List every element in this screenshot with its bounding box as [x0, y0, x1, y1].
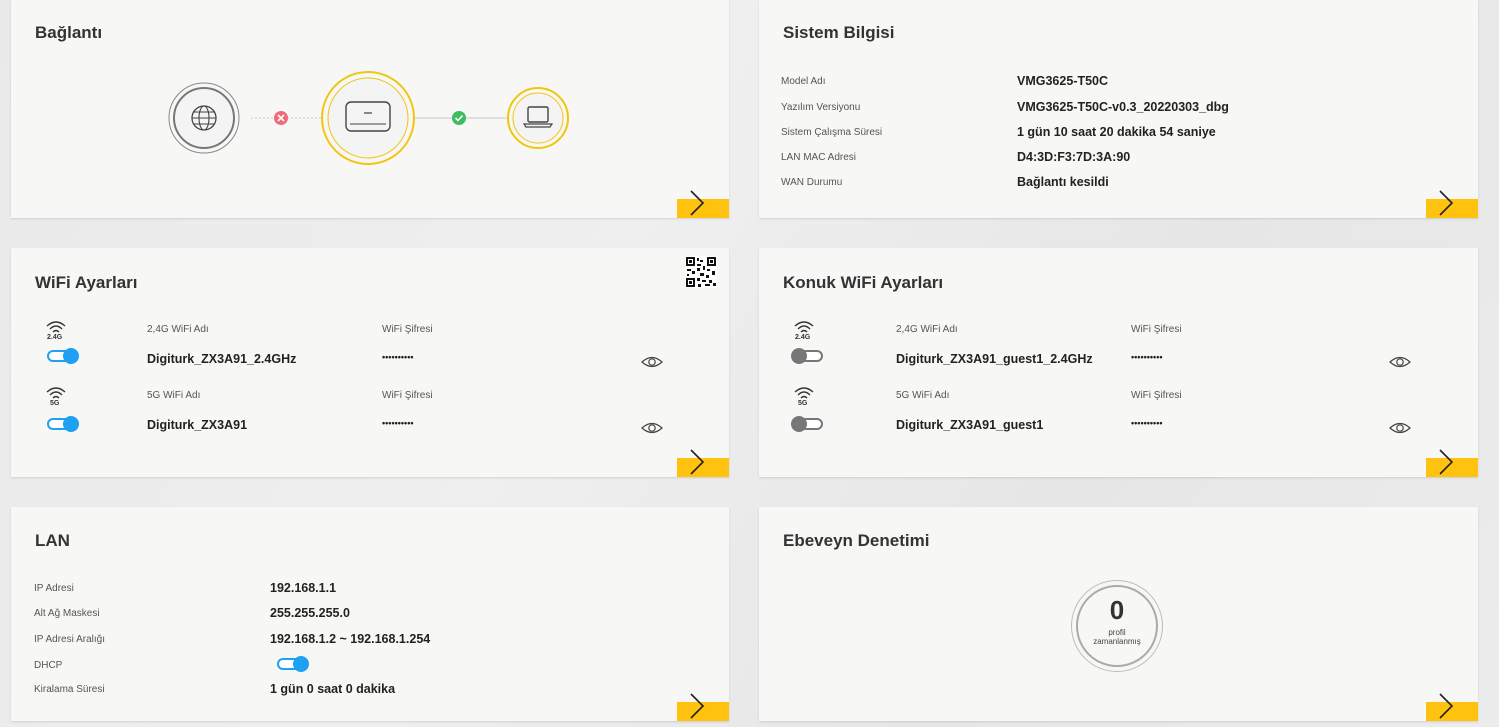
chevron-right-icon: [1439, 693, 1454, 719]
lan-title: LAN: [35, 531, 70, 550]
guest-5g-band-label: 5G: [798, 400, 808, 407]
wifi-more-button[interactable]: [677, 449, 729, 477]
wifi-title: WiFi Ayarları: [35, 273, 138, 292]
lease-time-value: 1 gün 0 saat 0 dakika: [270, 682, 396, 696]
qr-code-icon[interactable]: [685, 256, 717, 288]
wifi-2.4g-toggle[interactable]: [47, 348, 79, 364]
scheduled-profiles-label-1: profil: [1108, 628, 1126, 637]
firmware-version-label: Yazılım Versiyonu: [781, 102, 861, 113]
show-password-icon[interactable]: [641, 355, 663, 369]
connection-card: Bağlantı: [11, 0, 729, 218]
ip-range-value: 192.168.1.2 ~ 192.168.1.254: [270, 632, 431, 646]
guest-5g-password: ••••••••••: [1131, 418, 1163, 428]
scheduled-profiles-ring: 0 profil zamanlanmış: [1071, 580, 1163, 672]
subnet-mask-value: 255.255.255.0: [270, 606, 350, 620]
guest-2.4g-toggle[interactable]: [791, 348, 823, 364]
wifi-5g-name-label: 5G WiFi Adı: [147, 390, 201, 401]
lan-mac-label: LAN MAC Adresi: [781, 152, 857, 163]
show-password-icon[interactable]: [641, 421, 663, 435]
guest-5g-name-label: 5G WiFi Adı: [896, 390, 950, 401]
model-name-label: Model Adı: [781, 76, 826, 87]
chevron-right-icon: [1439, 190, 1454, 216]
wifi-card: WiFi Ayarları 2.4G 2,4G WiFi Adı Digitur…: [11, 248, 729, 477]
guest-5g-toggle[interactable]: [791, 416, 823, 432]
fail-status-icon: [274, 111, 288, 125]
lan-more-button[interactable]: [677, 693, 729, 721]
parental-control-more-button[interactable]: [1426, 693, 1478, 721]
wan-status-value: Bağlantı kesildi: [1017, 175, 1109, 189]
wifi-5g-password: ••••••••••: [382, 418, 414, 428]
lan-mac-value: D4:3D:F3:7D:3A:90: [1017, 150, 1131, 164]
dhcp-toggle[interactable]: [277, 656, 309, 672]
uptime-value: 1 gün 10 saat 20 dakika 54 saniye: [1017, 125, 1216, 139]
scheduled-profiles-label-2: zamanlanmış: [1093, 637, 1141, 646]
wifi-5g-toggle[interactable]: [47, 416, 79, 432]
guest-wifi-more-button[interactable]: [1426, 449, 1478, 477]
connection-diagram: [168, 71, 569, 165]
system-info-more-button[interactable]: [1426, 190, 1478, 218]
guest-2.4g-password: ••••••••••: [1131, 352, 1163, 362]
parental-control-title: Ebeveyn Denetimi: [783, 531, 930, 550]
scheduled-profiles-count: 0: [1109, 595, 1125, 625]
wifi-2.4g-password: ••••••••••: [382, 352, 414, 362]
dhcp-label: DHCP: [34, 660, 63, 671]
guest-2.4g-band-label: 2.4G: [795, 334, 811, 341]
guest-2.4g-ssid: Digiturk_ZX3A91_guest1_2.4GHz: [896, 352, 1093, 366]
chevron-right-icon: [690, 190, 705, 216]
ip-address-label: IP Adresi: [34, 583, 74, 594]
wifi-2.4g-ssid: Digiturk_ZX3A91_2.4GHz: [147, 352, 297, 366]
wifi-2.4g-name-label: 2,4G WiFi Adı: [147, 324, 209, 335]
firmware-version-value: VMG3625-T50C-v0.3_20220303_dbg: [1017, 100, 1229, 114]
chevron-right-icon: [690, 693, 705, 719]
lan-card: LAN IP Adresi 192.168.1.1 Alt Ağ Maskesi…: [11, 507, 729, 721]
chevron-right-icon: [690, 449, 705, 475]
wifi-5g-password-label: WiFi Şifresi: [382, 390, 433, 401]
globe-icon: [168, 82, 240, 154]
lease-time-label: Kiralama Süresi: [34, 684, 105, 695]
wan-status-label: WAN Durumu: [781, 177, 843, 188]
chevron-right-icon: [1439, 449, 1454, 475]
guest-5g-ssid: Digiturk_ZX3A91_guest1: [896, 418, 1044, 432]
wifi-5g-ssid: Digiturk_ZX3A91: [147, 418, 248, 432]
ip-range-label: IP Adresi Aralığı: [34, 634, 105, 645]
connection-more-button[interactable]: [677, 190, 729, 218]
guest-2.4g-password-label: WiFi Şifresi: [1131, 324, 1182, 335]
router-icon: [321, 71, 415, 165]
wifi-2.4g-band-label: 2.4G: [47, 334, 63, 341]
model-name-value: VMG3625-T50C: [1017, 74, 1109, 88]
laptop-icon: [507, 87, 569, 149]
ip-address-value: 192.168.1.1: [270, 581, 337, 595]
guest-2.4g-name-label: 2,4G WiFi Adı: [896, 324, 958, 335]
guest-wifi-title: Konuk WiFi Ayarları: [783, 273, 944, 292]
system-info-card: Sistem Bilgisi Model Adı VMG3625-T50C Ya…: [759, 0, 1478, 218]
show-password-icon[interactable]: [1389, 355, 1411, 369]
guest-5g-password-label: WiFi Şifresi: [1131, 390, 1182, 401]
guest-wifi-card: Konuk WiFi Ayarları 2.4G 2,4G WiFi Adı D…: [759, 248, 1478, 477]
parental-control-card: Ebeveyn Denetimi 0 profil zamanlanmış: [759, 507, 1478, 721]
wifi-5g-band-label: 5G: [50, 400, 60, 407]
ok-status-icon: [452, 111, 466, 125]
uptime-label: Sistem Çalışma Süresi: [781, 127, 883, 138]
subnet-mask-label: Alt Ağ Maskesi: [34, 608, 100, 619]
system-info-title: Sistem Bilgisi: [783, 23, 895, 42]
wifi-2.4g-password-label: WiFi Şifresi: [382, 324, 433, 335]
show-password-icon[interactable]: [1389, 421, 1411, 435]
